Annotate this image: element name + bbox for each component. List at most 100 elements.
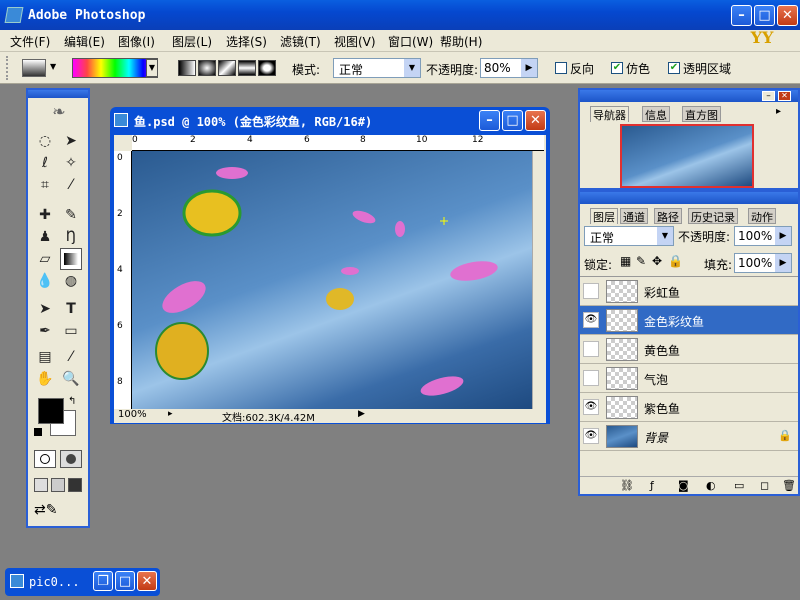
tab-navigator[interactable]: 导航器 bbox=[590, 106, 629, 122]
layer-mask-icon[interactable]: ◙ bbox=[678, 479, 689, 492]
menu-file[interactable]: 文件(F) bbox=[10, 33, 50, 50]
layer-row[interactable]: 彩虹鱼 bbox=[580, 277, 798, 306]
marquee-tool-icon[interactable]: ◌ bbox=[34, 130, 56, 152]
swap-colors-icon[interactable]: ↰ bbox=[68, 396, 76, 407]
vertical-scrollbar[interactable] bbox=[532, 151, 546, 409]
gradient-tool-preset-icon[interactable] bbox=[22, 59, 46, 77]
dodge-tool-icon[interactable]: ◍ bbox=[60, 270, 82, 292]
minimized-document[interactable]: pic0... ❐ □ ✕ bbox=[5, 568, 160, 596]
slice-tool-icon[interactable]: ⁄ bbox=[60, 174, 82, 196]
lock-image-icon[interactable]: ✎ bbox=[636, 254, 646, 268]
menu-layer[interactable]: 图层(L) bbox=[172, 33, 212, 50]
tab-actions[interactable]: 动作 bbox=[748, 208, 776, 224]
tab-info[interactable]: 信息 bbox=[642, 106, 670, 122]
tab-layers[interactable]: 图层 bbox=[590, 208, 618, 224]
tab-paths[interactable]: 路径 bbox=[654, 208, 682, 224]
eyedropper-tool-icon[interactable]: ⁄ bbox=[60, 346, 82, 368]
tab-history[interactable]: 历史记录 bbox=[688, 208, 738, 224]
menu-filter[interactable]: 滤镜(T) bbox=[280, 33, 321, 50]
screen-mode-full-icon[interactable] bbox=[68, 478, 82, 492]
gradient-dropdown-arrow-icon[interactable]: ▼ bbox=[146, 59, 158, 77]
quick-mask-button[interactable] bbox=[60, 450, 82, 468]
mode-select[interactable]: 正常 ▼ bbox=[333, 58, 421, 78]
doc-close-button[interactable]: ✕ bbox=[525, 110, 546, 131]
status-arrow-icon[interactable]: ▶ bbox=[358, 409, 365, 419]
diamond-gradient-icon[interactable] bbox=[258, 60, 276, 76]
pen-tool-icon[interactable]: ✒ bbox=[34, 320, 56, 342]
standard-mode-button[interactable] bbox=[34, 450, 56, 468]
blend-mode-select[interactable]: 正常 ▼ bbox=[584, 226, 674, 246]
zoom-tool-icon[interactable]: 🔍 bbox=[60, 368, 82, 390]
layer-opacity-input[interactable]: 100% ▶ bbox=[734, 226, 792, 246]
menu-select[interactable]: 选择(S) bbox=[226, 33, 267, 50]
link-layers-icon[interactable]: ⛓ bbox=[620, 479, 634, 492]
jump-to-imageready-icon[interactable]: ⇄✎ bbox=[34, 502, 82, 520]
menu-view[interactable]: 视图(V) bbox=[334, 33, 376, 50]
maximize-button[interactable]: □ bbox=[754, 5, 775, 26]
doc-maximize-button[interactable]: □ bbox=[502, 110, 523, 131]
menu-window[interactable]: 窗口(W) bbox=[388, 33, 433, 50]
lock-all-icon[interactable]: 🔒 bbox=[668, 254, 683, 268]
angle-gradient-icon[interactable] bbox=[218, 60, 236, 76]
foreground-color-swatch-top[interactable] bbox=[38, 398, 64, 424]
clone-stamp-tool-icon[interactable]: ♟ bbox=[34, 226, 56, 248]
dither-checkbox[interactable]: ✔ bbox=[611, 62, 623, 74]
linear-gradient-icon[interactable] bbox=[178, 60, 196, 76]
path-selection-tool-icon[interactable]: ➤ bbox=[34, 298, 56, 320]
eye-icon[interactable]: 👁 bbox=[583, 428, 599, 444]
menu-edit[interactable]: 编辑(E) bbox=[64, 33, 105, 50]
eraser-tool-icon[interactable]: ▱ bbox=[34, 248, 56, 270]
fill-input[interactable]: 100% ▶ bbox=[734, 253, 792, 273]
visibility-toggle[interactable] bbox=[583, 341, 599, 357]
screen-mode-standard-icon[interactable] bbox=[34, 478, 48, 492]
zoom-level[interactable]: 100% bbox=[118, 409, 147, 420]
lock-transparency-icon[interactable]: ▦ bbox=[620, 254, 631, 268]
close-button[interactable]: ✕ bbox=[777, 5, 798, 26]
close-button[interactable]: ✕ bbox=[137, 571, 157, 591]
screen-mode-full-menu-icon[interactable] bbox=[51, 478, 65, 492]
preset-dropdown-arrow-icon[interactable]: ▼ bbox=[50, 62, 56, 71]
menu-image[interactable]: 图像(I) bbox=[118, 33, 155, 50]
panel-menu-icon[interactable]: ▸ bbox=[776, 106, 781, 117]
opacity-input[interactable]: 80% ▶ bbox=[480, 58, 538, 78]
brush-tool-icon[interactable]: ✎ bbox=[60, 204, 82, 226]
menu-help[interactable]: 帮助(H) bbox=[440, 33, 482, 50]
new-layer-icon[interactable]: ◻ bbox=[760, 479, 769, 492]
layer-row[interactable]: 气泡 bbox=[580, 364, 798, 393]
image-canvas[interactable] bbox=[132, 151, 532, 409]
visibility-toggle[interactable] bbox=[583, 283, 599, 299]
move-tool-icon[interactable]: ➤ bbox=[60, 130, 82, 152]
healing-brush-tool-icon[interactable]: ✚ bbox=[34, 204, 56, 226]
lock-position-icon[interactable]: ✥ bbox=[652, 254, 662, 268]
crop-tool-icon[interactable]: ⌗ bbox=[34, 174, 56, 196]
history-brush-tool-icon[interactable]: Ŋ bbox=[60, 226, 82, 248]
minimize-button[interactable]: – bbox=[731, 5, 752, 26]
lasso-tool-icon[interactable]: ℓ bbox=[34, 152, 56, 174]
eye-icon[interactable]: 👁 bbox=[583, 312, 599, 328]
visibility-toggle[interactable] bbox=[583, 370, 599, 386]
new-group-icon[interactable]: ▭ bbox=[734, 479, 744, 492]
radial-gradient-icon[interactable] bbox=[198, 60, 216, 76]
blur-tool-icon[interactable]: 💧 bbox=[34, 270, 56, 292]
layer-style-icon[interactable]: ƒ bbox=[650, 479, 654, 492]
tab-histogram[interactable]: 直方图 bbox=[682, 106, 721, 122]
reverse-checkbox[interactable] bbox=[555, 62, 567, 74]
hand-tool-icon[interactable]: ✋ bbox=[34, 368, 56, 390]
eye-icon[interactable]: 👁 bbox=[583, 399, 599, 415]
restore-button[interactable]: ❐ bbox=[93, 571, 113, 591]
reflected-gradient-icon[interactable] bbox=[238, 60, 256, 76]
layer-row[interactable]: 👁 金色彩纹鱼 bbox=[580, 306, 798, 335]
navigator-thumbnail[interactable] bbox=[620, 124, 754, 188]
adjustment-layer-icon[interactable]: ◐ bbox=[706, 479, 716, 492]
layer-row[interactable]: 👁 紫色鱼 bbox=[580, 393, 798, 422]
default-colors-icon[interactable] bbox=[34, 428, 42, 436]
transparency-checkbox[interactable]: ✔ bbox=[668, 62, 680, 74]
type-tool-icon[interactable]: T bbox=[60, 298, 82, 320]
maximize-button[interactable]: □ bbox=[115, 571, 135, 591]
magic-wand-tool-icon[interactable]: ✧ bbox=[60, 152, 82, 174]
rectangle-tool-icon[interactable]: ▭ bbox=[60, 320, 82, 342]
navigator-close-button[interactable]: ✕ bbox=[778, 91, 791, 101]
layer-row[interactable]: 黄色鱼 bbox=[580, 335, 798, 364]
status-menu-icon[interactable]: ▸ bbox=[168, 409, 173, 419]
navigator-minimize-button[interactable]: – bbox=[762, 91, 775, 101]
